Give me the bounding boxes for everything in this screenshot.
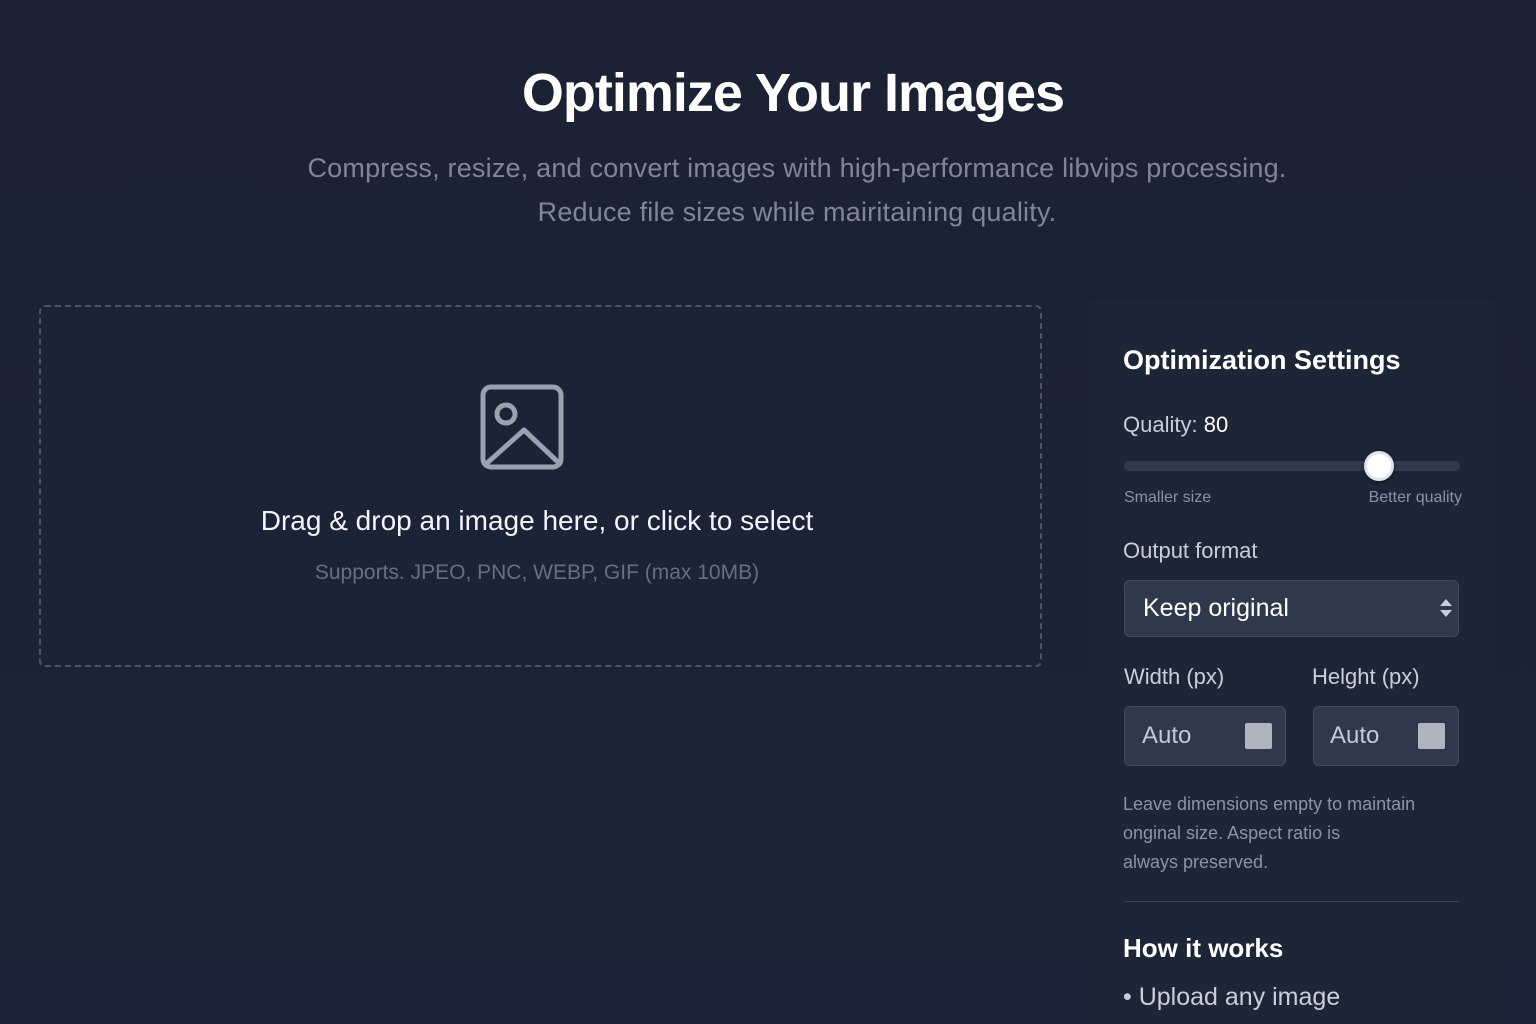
output-format-label: Output format xyxy=(1123,538,1258,563)
image-icon xyxy=(480,384,564,470)
quality-slider-track[interactable] xyxy=(1124,461,1460,471)
height-stepper-icon[interactable] xyxy=(1418,723,1445,749)
output-format-value: Keep original xyxy=(1143,594,1289,622)
dimensions-hint-line2: onginal size. Aspect ratio is xyxy=(1123,823,1341,843)
how-it-works-item-text: Upload any image xyxy=(1138,983,1341,1011)
slider-min-label: Smaller size xyxy=(1124,489,1212,506)
slider-max-label: Better quality xyxy=(1368,489,1462,506)
section-divider xyxy=(1124,901,1459,902)
select-arrows-icon xyxy=(1440,599,1452,617)
quality-label: Quality: 80 xyxy=(1123,412,1228,438)
dropzone-supported-formats: Supports. JPEO, PNC, WEBP, GIF (max 10MB… xyxy=(314,561,760,584)
quality-value: 80 xyxy=(1203,412,1229,437)
width-label: Width (px) xyxy=(1124,664,1225,689)
quality-label-text: Quality: xyxy=(1123,412,1198,437)
width-input-placeholder: Auto xyxy=(1142,722,1192,749)
settings-title: Optimization Settings xyxy=(1123,345,1401,375)
settings-panel xyxy=(1088,300,1496,1024)
height-input-placeholder: Auto xyxy=(1330,722,1380,749)
page-title: Optimize Your Images xyxy=(521,63,1065,123)
width-stepper-icon[interactable] xyxy=(1245,723,1272,749)
how-it-works-item: • Upload any image xyxy=(1123,983,1341,1011)
height-label: Helght (px) xyxy=(1312,664,1420,689)
how-it-works-title: How it works xyxy=(1123,933,1284,963)
dropzone-instruction: Drag & drop an image here, or click to s… xyxy=(260,505,814,536)
dimensions-hint-line3: always preserved. xyxy=(1123,852,1269,872)
page-subtitle-line2: Reduce file sizes while mairitaining qua… xyxy=(537,197,1057,227)
page-subtitle-line1: Compress, resize, and convert images wit… xyxy=(307,153,1287,183)
dimensions-hint-line1: Leave dimensions empty to maintain xyxy=(1123,794,1416,814)
quality-slider-thumb[interactable] xyxy=(1364,451,1394,481)
image-dropzone[interactable] xyxy=(39,305,1042,667)
